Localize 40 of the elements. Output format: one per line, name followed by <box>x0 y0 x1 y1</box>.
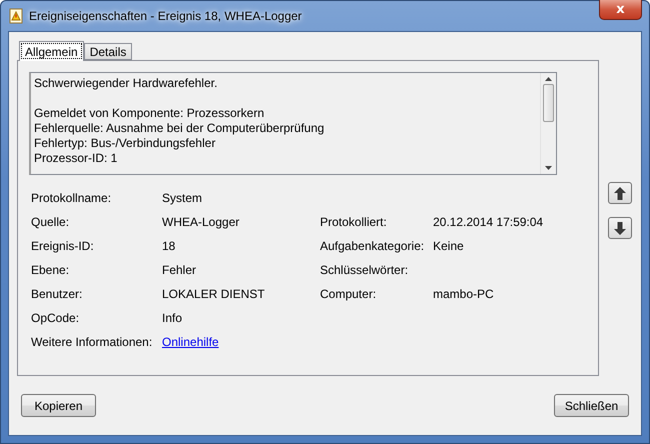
description-line: Fehlerquelle: Ausnahme bei der Computerüberprüfung <box>34 121 326 136</box>
help-link[interactable]: Onlinehilfe <box>162 335 219 349</box>
field-value: 18 <box>162 239 176 253</box>
field-label: Schlüsselwörter: <box>320 263 410 277</box>
previous-event-button[interactable] <box>608 182 632 204</box>
field-label: Protokollname: <box>31 191 112 205</box>
scroll-down-icon[interactable] <box>545 166 552 170</box>
field-value: System <box>162 191 204 205</box>
scroll-up-icon[interactable] <box>545 77 552 81</box>
event-log-icon <box>9 8 23 24</box>
tab[interactable]: Details <box>84 43 132 60</box>
description-line: Prozessor-ID: 1 <box>34 151 118 166</box>
close-dialog-button[interactable]: Schließen <box>554 394 629 417</box>
window-title: Ereigniseigenschaften - Ereignis 18, WHEA-Logger <box>29 9 302 23</box>
scrollbar[interactable] <box>540 73 556 174</box>
field-value: WHEA-Logger <box>162 215 240 229</box>
field-value: Info <box>162 311 184 325</box>
field-label: OpCode: <box>31 311 80 325</box>
field-value: 20.12.2014 17:59:04 <box>433 215 544 229</box>
field-label: Quelle: <box>31 215 70 229</box>
field-value: Keine <box>433 239 465 253</box>
field-label: Ebene: <box>31 263 70 277</box>
description-line: Schwerwiegender Hardwarefehler. <box>34 76 218 91</box>
next-event-button[interactable] <box>608 217 632 239</box>
field-label: Aufgabenkategorie: <box>320 239 426 253</box>
field-value: LOKALER DIENST <box>162 287 266 301</box>
field-value: Fehler <box>162 263 198 277</box>
field-label: Weitere Informationen: <box>31 335 154 349</box>
field-value: mambo-PC <box>433 287 495 301</box>
tab[interactable]: Allgemein <box>19 41 84 61</box>
up-arrow-icon <box>614 186 626 200</box>
copy-button[interactable]: Kopieren <box>21 394 96 417</box>
field-label: Benutzer: <box>31 287 84 301</box>
field-label: Ereignis-ID: <box>31 239 95 253</box>
description-line: Fehlertyp: Bus-/Verbindungsfehler <box>34 136 216 151</box>
description-line: Gemeldet von Komponente: Prozessorkern <box>34 106 266 121</box>
field-label: Computer: <box>320 287 378 301</box>
down-arrow-icon <box>614 222 626 234</box>
field-label: Protokolliert: <box>320 215 388 229</box>
close-button[interactable]: x <box>599 0 642 20</box>
